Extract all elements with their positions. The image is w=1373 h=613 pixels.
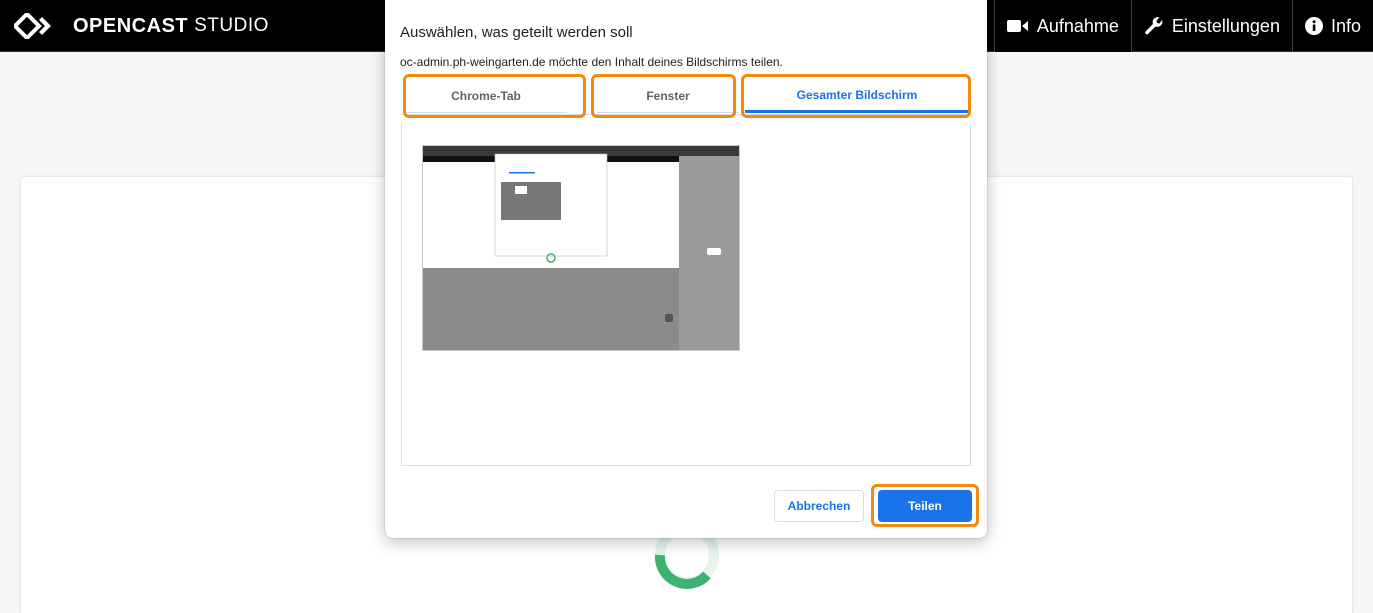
opencast-logo-icon xyxy=(14,13,51,39)
tab-fenster[interactable]: Fenster xyxy=(597,79,739,113)
nav-einstellungen-label: Einstellungen xyxy=(1171,15,1280,36)
info-circle-icon xyxy=(1304,17,1323,35)
share-button[interactable]: Teilen xyxy=(878,490,972,522)
nav-info-label: Info xyxy=(1330,15,1361,36)
dialog-subtitle: oc-admin.ph-weingarten.de möchte den Inh… xyxy=(400,55,783,69)
cancel-button[interactable]: Abbrechen xyxy=(774,490,864,522)
nav-info[interactable]: Info xyxy=(1291,0,1373,52)
tab-gesamter-bildschirm[interactable]: Gesamter Bildschirm xyxy=(745,79,969,113)
dialog-title: Auswählen, was geteilt werden soll xyxy=(400,24,633,41)
screen-thumbnail[interactable] xyxy=(422,145,740,351)
share-source-tabs: Chrome-Tab Fenster Gesamter Bildschirm xyxy=(401,79,971,115)
opencast-logo[interactable]: OPENCAST STUDIO xyxy=(14,10,269,42)
main-nav: Aufnahme Einstellungen Info xyxy=(993,0,1373,52)
screen-thumbnail-image xyxy=(423,146,739,350)
wrench-icon xyxy=(1144,16,1164,36)
nav-aufnahme-label: Aufnahme xyxy=(1036,15,1119,36)
screen-share-dialog: Auswählen, was geteilt werden soll oc-ad… xyxy=(385,0,987,538)
nav-aufnahme[interactable]: Aufnahme xyxy=(993,0,1131,52)
screen-preview-area xyxy=(401,123,971,466)
nav-einstellungen[interactable]: Einstellungen xyxy=(1130,0,1292,52)
brand-suffix: STUDIO xyxy=(194,15,269,36)
brand-name: OPENCAST xyxy=(73,14,189,37)
tab-chrome-tab[interactable]: Chrome-Tab xyxy=(405,79,567,113)
video-camera-icon xyxy=(1006,19,1029,33)
